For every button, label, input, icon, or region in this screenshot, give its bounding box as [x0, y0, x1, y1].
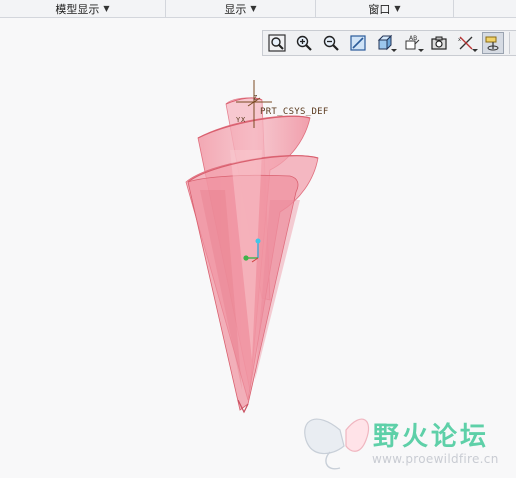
csys-axis-y-label: Y [236, 116, 241, 124]
caret-down-icon: ▼ [103, 4, 110, 13]
ribbon-group-label: 模型显示 [55, 2, 100, 16]
ribbon-group-bar: 模型显示 ▼ 显示 ▼ 窗口 ▼ [0, 0, 516, 18]
ribbon-group-display[interactable]: 显示 ▼ [166, 0, 316, 17]
model-surfaces [185, 80, 370, 470]
watermark-title: 野火论坛 [373, 422, 490, 452]
caret-down-icon: ▼ [250, 4, 257, 13]
ribbon-group-window[interactable]: 窗口 ▼ [316, 0, 454, 17]
watermark-url: www.proewildfire.cn [372, 452, 499, 466]
ribbon-group-model-display[interactable]: 模型显示 ▼ [0, 0, 166, 17]
caret-down-icon: ▼ [394, 4, 401, 13]
graphics-viewport[interactable]: Z Y X PRT_CSYS_DEF [0, 18, 516, 478]
csys-axis-x-label: X [241, 116, 246, 124]
ribbon-group-label: 显示 [224, 2, 247, 16]
csys-name-label: PRT_CSYS_DEF [260, 107, 329, 117]
forum-logo-icon [304, 418, 370, 470]
ribbon-group-label: 窗口 [368, 2, 391, 16]
csys-axis-z-label: Z [253, 94, 258, 102]
